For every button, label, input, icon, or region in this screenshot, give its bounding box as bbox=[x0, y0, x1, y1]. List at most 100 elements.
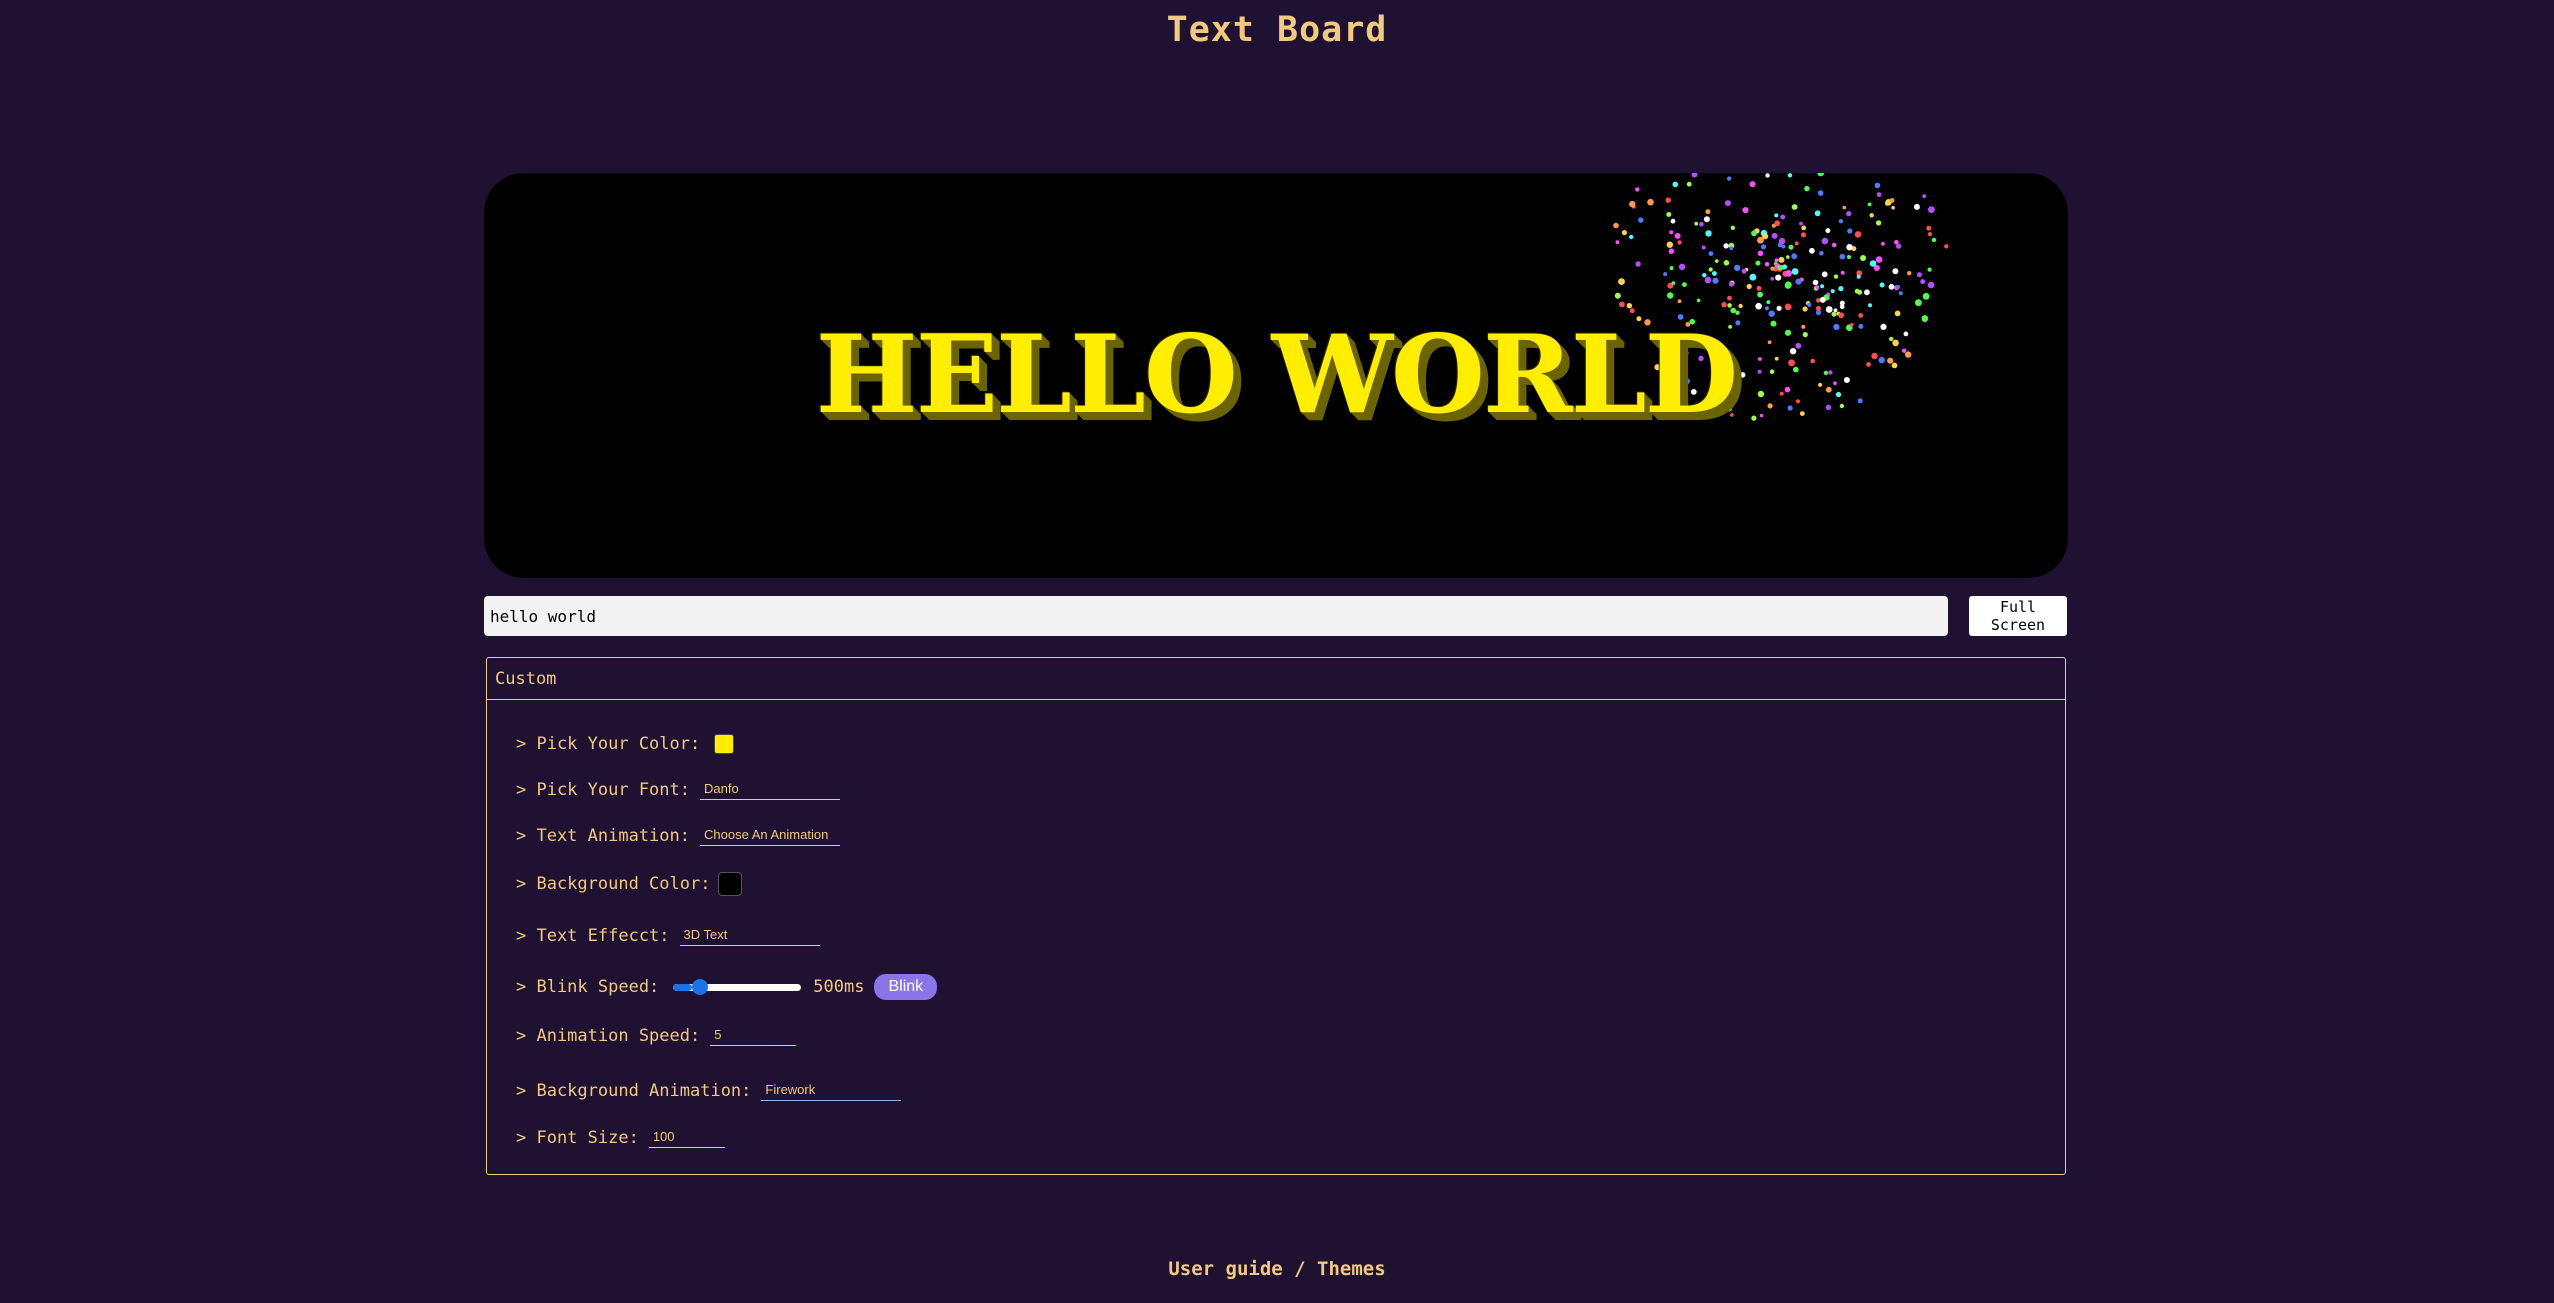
firework-particle bbox=[1757, 250, 1764, 257]
firework-particle bbox=[1764, 261, 1770, 267]
firework-particle bbox=[1774, 258, 1779, 263]
firework-particle bbox=[1799, 221, 1803, 226]
firework-particle bbox=[1825, 306, 1833, 313]
firework-particle bbox=[1825, 228, 1831, 234]
firework-particle bbox=[1894, 310, 1901, 317]
pick-color-row: > Pick Your Color: bbox=[516, 734, 735, 754]
firework-particle bbox=[1780, 214, 1786, 220]
firework-particle bbox=[1847, 255, 1851, 259]
firework-particle bbox=[1922, 194, 1927, 199]
custom-panel-header[interactable]: Custom bbox=[487, 658, 2065, 700]
firework-particle bbox=[1669, 266, 1674, 271]
firework-particle bbox=[1729, 246, 1734, 251]
firework-particle bbox=[1888, 283, 1895, 290]
font-size-input[interactable]: 100 bbox=[648, 1127, 725, 1148]
firework-particle bbox=[1784, 303, 1792, 311]
themes-link[interactable]: Themes bbox=[1317, 1258, 1386, 1280]
firework-particle bbox=[1830, 289, 1835, 294]
firework-particle bbox=[1944, 244, 1949, 249]
firework-particle bbox=[1727, 303, 1732, 308]
firework-particle bbox=[1724, 200, 1731, 207]
background-color-row: > Background Color: bbox=[516, 872, 743, 896]
firework-particle bbox=[1614, 292, 1621, 299]
firework-particle bbox=[1629, 200, 1636, 208]
firework-particle bbox=[1770, 276, 1775, 281]
background-animation-select[interactable]: Firework bbox=[761, 1080, 902, 1101]
blink-speed-row: > Blink Speed: 500ms Blink bbox=[516, 974, 938, 1000]
firework-particle bbox=[1833, 274, 1839, 279]
firework-particle bbox=[1749, 273, 1757, 281]
firework-particle bbox=[1860, 255, 1867, 261]
firework-particle bbox=[1665, 197, 1671, 203]
blink-speed-value: 500ms bbox=[813, 977, 865, 997]
firework-particle bbox=[1892, 268, 1899, 275]
firework-particle bbox=[1831, 311, 1837, 317]
firework-particle bbox=[1672, 181, 1679, 188]
firework-particle bbox=[1728, 281, 1735, 287]
font-select[interactable]: Danfo bbox=[700, 779, 840, 800]
text-effect-select[interactable]: 3D Text bbox=[679, 925, 820, 946]
firework-particle bbox=[1778, 256, 1785, 263]
firework-particle bbox=[1847, 228, 1853, 234]
firework-particle bbox=[1705, 230, 1712, 237]
firework-particle bbox=[1751, 230, 1757, 237]
firework-particle bbox=[1730, 225, 1736, 230]
firework-particle bbox=[1778, 237, 1786, 245]
firework-particle bbox=[1800, 232, 1807, 238]
firework-particle bbox=[1927, 281, 1935, 289]
animation-select[interactable]: Choose An Animation bbox=[700, 825, 840, 846]
animation-speed-input[interactable]: 5 bbox=[710, 1025, 797, 1046]
blink-slider-thumb[interactable] bbox=[692, 979, 709, 995]
firework-particle bbox=[1774, 213, 1779, 218]
firework-particle bbox=[1839, 253, 1846, 260]
firework-particle bbox=[1738, 303, 1743, 309]
firework-particle bbox=[1915, 299, 1922, 307]
firework-particle bbox=[1817, 190, 1824, 196]
firework-particle bbox=[1856, 274, 1861, 279]
firework-particle bbox=[1784, 282, 1792, 289]
page-title: Text Board bbox=[1166, 10, 1388, 50]
firework-particle bbox=[1770, 266, 1775, 271]
animation-speed-row: > Animation Speed: 5 bbox=[516, 1025, 797, 1046]
firework-particle bbox=[1869, 260, 1877, 267]
firework-particle bbox=[1760, 244, 1767, 250]
firework-particle bbox=[1727, 176, 1732, 181]
firework-particle bbox=[1786, 255, 1790, 259]
firework-particle bbox=[1635, 261, 1641, 267]
firework-particle bbox=[1916, 272, 1922, 278]
blink-button[interactable]: Blink bbox=[874, 974, 938, 1000]
firework-particle bbox=[1838, 312, 1845, 319]
firework-particle bbox=[1699, 222, 1704, 227]
firework-particle bbox=[1821, 271, 1828, 278]
firework-particle bbox=[1708, 267, 1713, 272]
firework-particle bbox=[1757, 291, 1763, 298]
firework-particle bbox=[1881, 241, 1885, 246]
firework-particle bbox=[1815, 285, 1820, 290]
firework-particle bbox=[1749, 181, 1756, 188]
pick-font-row: > Pick Your Font: Danfo bbox=[516, 779, 840, 800]
firework-particle bbox=[1896, 243, 1902, 249]
blink-speed-slider[interactable] bbox=[673, 976, 802, 998]
firework-particle bbox=[1741, 268, 1747, 274]
firework-particle bbox=[1846, 244, 1853, 251]
color-picker[interactable] bbox=[714, 734, 735, 754]
firework-particle bbox=[1618, 278, 1625, 285]
animation-speed-label: > Animation Speed: bbox=[516, 1025, 701, 1046]
firework-particle bbox=[1788, 244, 1794, 250]
firework-particle bbox=[1874, 182, 1881, 189]
firework-particle bbox=[1819, 251, 1824, 256]
firework-particle bbox=[1775, 274, 1782, 281]
full-screen-button[interactable]: Full Screen bbox=[1969, 596, 2067, 636]
user-guide-link[interactable]: User guide bbox=[1168, 1258, 1282, 1280]
firework-particle bbox=[1686, 181, 1692, 187]
firework-particle bbox=[1898, 291, 1903, 296]
firework-particle bbox=[1776, 305, 1782, 311]
firework-particle bbox=[1667, 292, 1674, 299]
background-color-picker[interactable] bbox=[718, 872, 743, 896]
firework-particle bbox=[1757, 236, 1764, 244]
text-input[interactable] bbox=[484, 596, 1948, 636]
firework-particle bbox=[1817, 173, 1824, 177]
text-effect-row: > Text Effecct: 3D Text bbox=[516, 925, 820, 946]
firework-particle bbox=[1756, 285, 1762, 291]
firework-particle bbox=[1840, 270, 1845, 275]
